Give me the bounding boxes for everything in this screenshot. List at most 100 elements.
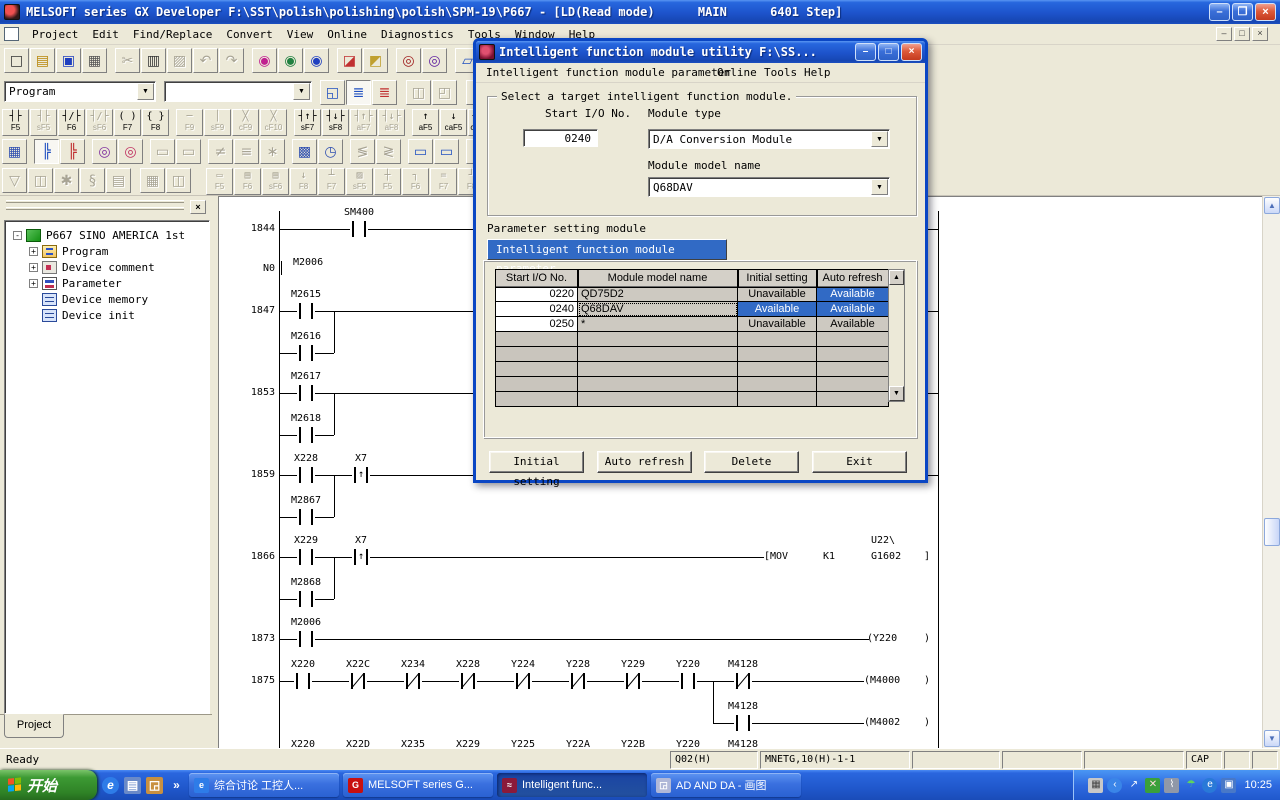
toolbar-button-find-instruction[interactable]: ◉ bbox=[278, 48, 303, 73]
ladder-button-f5[interactable]: ┤├F5 bbox=[2, 109, 29, 136]
cell-start-io[interactable]: 0220 bbox=[496, 287, 578, 302]
tree-item-parameter[interactable]: +Parameter bbox=[5, 275, 209, 291]
menu-view[interactable]: View bbox=[280, 26, 321, 43]
toolbar-button-replace-string[interactable]: ◩ bbox=[363, 48, 388, 73]
toolbar-button-ladder-list[interactable]: ▦ bbox=[2, 139, 27, 164]
exit-button[interactable]: Exit bbox=[812, 451, 907, 473]
taskbar-task-intelligent-func[interactable]: ≈Intelligent func... bbox=[497, 773, 647, 797]
ladder-button-af5[interactable]: ↑aF5 bbox=[412, 109, 439, 136]
launcher-icon[interactable]: ⌇ bbox=[1164, 778, 1179, 793]
toolbar-button-find-device[interactable]: ◉ bbox=[252, 48, 277, 73]
cell-empty[interactable] bbox=[496, 392, 578, 407]
menu-edit[interactable]: Edit bbox=[85, 26, 126, 43]
tree-item-program[interactable]: +Program bbox=[5, 243, 209, 259]
cell-empty[interactable] bbox=[496, 347, 578, 362]
toolbar-button-zoom-in[interactable]: ◎ bbox=[396, 48, 421, 73]
dialog-minimize-button[interactable]: – bbox=[855, 43, 876, 61]
update-icon[interactable]: ▣ bbox=[1221, 778, 1236, 793]
cell-model-name[interactable]: * bbox=[578, 317, 738, 332]
dialog-maximize-button[interactable]: □ bbox=[878, 43, 899, 61]
cell-initial-setting[interactable]: Available bbox=[738, 302, 817, 317]
menu-find-replace[interactable]: Find/Replace bbox=[126, 26, 219, 43]
chevron-down-icon[interactable]: ▼ bbox=[137, 83, 154, 100]
remote-icon[interactable]: ↗ bbox=[1126, 778, 1141, 793]
toolbar-button-print[interactable]: ▦ bbox=[82, 48, 107, 73]
mdi-close-button[interactable]: × bbox=[1252, 27, 1268, 41]
cell-empty[interactable] bbox=[817, 347, 889, 362]
media-icon[interactable]: ◲ bbox=[146, 777, 163, 794]
dialog-menu-intelligent-function-module-parameter[interactable]: Intelligent function module parameter bbox=[484, 65, 733, 80]
cell-start-io[interactable]: 0240 bbox=[496, 302, 578, 317]
toolbar-button-find-string[interactable]: ◉ bbox=[304, 48, 329, 73]
chevron-icon[interactable]: » bbox=[168, 777, 185, 794]
keyboard-icon[interactable]: ▦ bbox=[1088, 778, 1103, 793]
toolbar-button-save[interactable]: ▣ bbox=[56, 48, 81, 73]
globe-icon[interactable]: e bbox=[1202, 778, 1217, 793]
cell-start-io[interactable]: 0250 bbox=[496, 317, 578, 332]
model-name-combo[interactable]: Q68DAV ▼ bbox=[648, 177, 890, 197]
panel-grip[interactable] bbox=[6, 200, 184, 203]
start-io-input[interactable] bbox=[524, 130, 597, 146]
collapse-chevron-icon[interactable]: ‹ bbox=[1107, 778, 1122, 793]
program-combo[interactable]: Program ▼ bbox=[4, 81, 156, 102]
chevron-down-icon[interactable]: ▼ bbox=[293, 83, 310, 100]
panel-grip[interactable] bbox=[6, 207, 184, 210]
module-type-combo[interactable]: D/A Conversion Module ▼ bbox=[648, 129, 890, 149]
expand-icon[interactable]: + bbox=[29, 279, 38, 288]
close-button[interactable]: × bbox=[1255, 3, 1276, 21]
scroll-up-icon[interactable]: ▲ bbox=[889, 270, 904, 285]
cell-empty[interactable] bbox=[578, 347, 738, 362]
ladder-button-f8[interactable]: { }F8 bbox=[142, 109, 169, 136]
toolbar-button-clock-monitor[interactable]: ◷ bbox=[318, 139, 343, 164]
vertical-scrollbar[interactable]: ▲ ▼ bbox=[1262, 196, 1280, 748]
toolbar-button-find-zoom-edit[interactable]: ◎ bbox=[118, 139, 143, 164]
cell-empty[interactable] bbox=[817, 377, 889, 392]
menu-diagnostics[interactable]: Diagnostics bbox=[374, 26, 461, 43]
ie-icon[interactable]: e bbox=[102, 777, 119, 794]
cell-auto-refresh[interactable]: Available bbox=[817, 317, 889, 332]
initial-setting-button[interactable]: Initial setting bbox=[489, 451, 584, 473]
toolbar-button-jump-window-1[interactable]: ▭ bbox=[408, 139, 433, 164]
cell-empty[interactable] bbox=[738, 362, 817, 377]
ladder-button-sf7[interactable]: ┤↑├sF7 bbox=[294, 109, 321, 136]
device-combo[interactable]: ▼ bbox=[164, 81, 312, 102]
network-off-icon[interactable]: ✕ bbox=[1145, 778, 1160, 793]
desktop-icon[interactable]: ▤ bbox=[124, 777, 141, 794]
toolbar-button-zoom-out[interactable]: ◎ bbox=[422, 48, 447, 73]
chevron-down-icon[interactable]: ▼ bbox=[871, 179, 888, 195]
cell-empty[interactable] bbox=[578, 392, 738, 407]
cell-empty[interactable] bbox=[578, 362, 738, 377]
scroll-up-icon[interactable]: ▲ bbox=[1264, 197, 1280, 214]
cell-empty[interactable] bbox=[738, 332, 817, 347]
cell-empty[interactable] bbox=[817, 332, 889, 347]
expand-icon[interactable]: + bbox=[29, 247, 38, 256]
close-panel-button[interactable]: × bbox=[190, 200, 206, 214]
menu-project[interactable]: Project bbox=[25, 26, 85, 43]
restore-button[interactable]: ❐ bbox=[1232, 3, 1253, 21]
cell-empty[interactable] bbox=[738, 392, 817, 407]
cell-model-name[interactable]: Q68DAV bbox=[578, 302, 738, 317]
cell-auto-refresh[interactable]: Available bbox=[817, 302, 889, 317]
dialog-menu-online[interactable]: Online bbox=[715, 65, 759, 80]
toolbar-button-jump-window-2[interactable]: ▭ bbox=[434, 139, 459, 164]
scrollbar-thumb[interactable] bbox=[1264, 518, 1280, 546]
toolbar-button-open[interactable]: ▤ bbox=[30, 48, 55, 73]
cell-empty[interactable] bbox=[496, 332, 578, 347]
cell-empty[interactable] bbox=[738, 347, 817, 362]
toolbar-button-tree-view[interactable]: ╠ bbox=[34, 139, 59, 164]
cell-empty[interactable] bbox=[578, 377, 738, 392]
antivirus-icon[interactable]: ☂ bbox=[1183, 778, 1198, 793]
toolbar-button-comment-edit[interactable]: ≣ bbox=[372, 80, 397, 105]
tree-item-device-comment[interactable]: +Device comment bbox=[5, 259, 209, 275]
mdi-restore-button[interactable]: □ bbox=[1234, 27, 1250, 41]
ladder-button-f7[interactable]: ( )F7 bbox=[114, 109, 141, 136]
tree-item-device-memory[interactable]: Device memory bbox=[5, 291, 209, 307]
cell-empty[interactable] bbox=[578, 332, 738, 347]
table-scrollbar[interactable]: ▲ ▼ bbox=[888, 269, 905, 402]
cell-empty[interactable] bbox=[817, 362, 889, 377]
dialog-menu-help[interactable]: Help bbox=[802, 65, 833, 80]
taskbar-task-melsoft-series-g[interactable]: GMELSOFT series G... bbox=[343, 773, 493, 797]
chevron-down-icon[interactable]: ▼ bbox=[871, 131, 888, 147]
dialog-close-button[interactable]: × bbox=[901, 43, 922, 61]
auto-refresh-button[interactable]: Auto refresh bbox=[597, 451, 692, 473]
